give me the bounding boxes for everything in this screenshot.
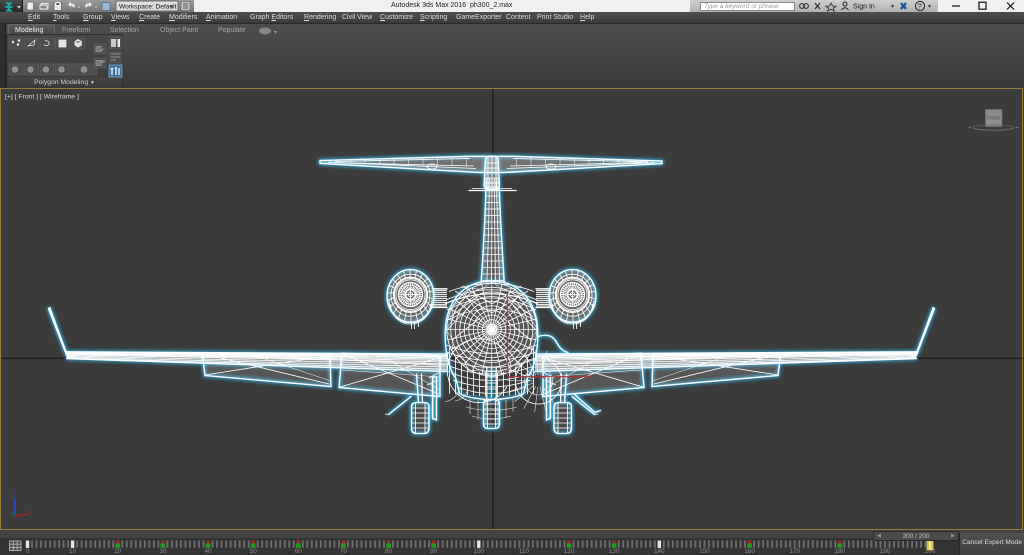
svg-text:40: 40: [204, 548, 212, 555]
svg-text:▾: ▾: [170, 4, 173, 10]
svg-text:70: 70: [340, 548, 348, 555]
svg-text:▾: ▾: [274, 30, 277, 35]
svg-text:80: 80: [385, 548, 393, 555]
svg-text:160: 160: [744, 548, 755, 555]
svg-text:Workspace: Default: Workspace: Default: [119, 3, 177, 10]
svg-text:190: 190: [880, 548, 891, 555]
svg-text:z: z: [13, 493, 16, 499]
svg-text:150: 150: [699, 548, 710, 555]
svg-text:Sign In: Sign In: [853, 4, 875, 11]
svg-text:180: 180: [834, 548, 845, 555]
svg-text:20: 20: [114, 548, 122, 555]
svg-text:10: 10: [69, 548, 77, 555]
svg-text:110: 110: [519, 548, 530, 555]
svg-text:▾: ▾: [928, 4, 931, 10]
svg-text:x: x: [30, 509, 33, 515]
svg-text:30: 30: [159, 548, 167, 555]
svg-text:FRONT: FRONT: [986, 115, 1001, 120]
svg-text:120: 120: [564, 548, 575, 555]
svg-text:170: 170: [789, 548, 800, 555]
svg-text:[+] [ Front ] [ Wireframe ]: [+] [ Front ] [ Wireframe ]: [5, 94, 79, 101]
svg-text:0: 0: [26, 548, 30, 555]
svg-text:▾: ▾: [891, 4, 894, 10]
svg-text:50: 50: [250, 548, 258, 555]
svg-text:130: 130: [609, 548, 620, 555]
svg-text:60: 60: [295, 548, 303, 555]
svg-text:?: ?: [918, 4, 922, 11]
svg-text:100: 100: [473, 548, 484, 555]
svg-text:90: 90: [430, 548, 438, 555]
svg-text:140: 140: [654, 548, 665, 555]
